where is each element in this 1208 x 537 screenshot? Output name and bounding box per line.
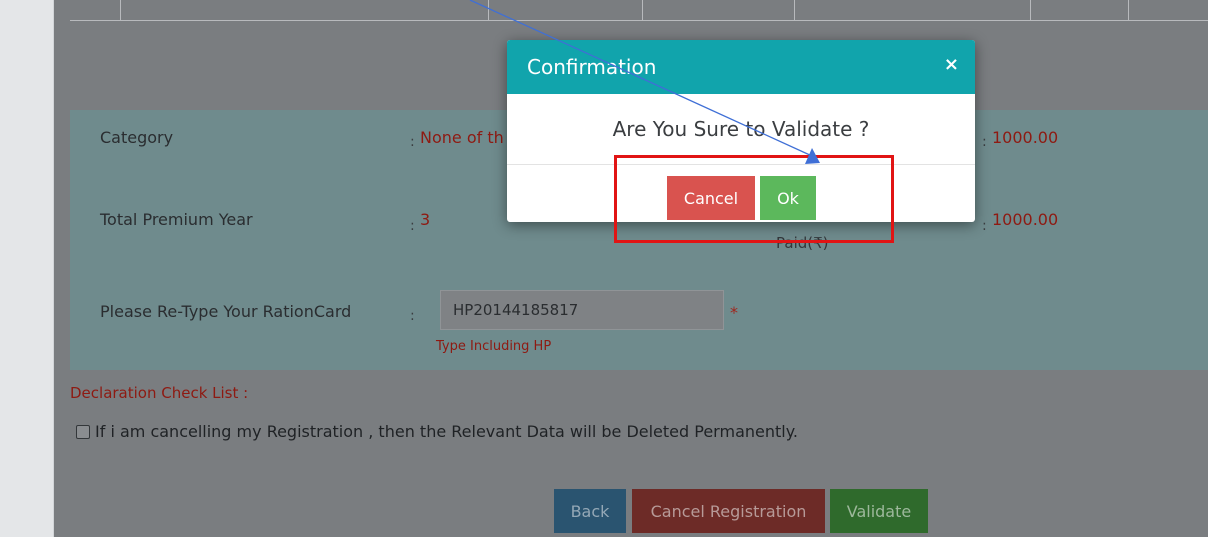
dialog-header: Confirmation × [507, 40, 975, 94]
back-button[interactable]: Back [554, 489, 626, 533]
table-column-divider [794, 0, 795, 20]
premium-year-label: Total Premium Year [100, 210, 253, 229]
required-mark: * [730, 303, 738, 322]
ration-card-label: Please Re-Type Your RationCard [100, 302, 352, 321]
cancel-registration-button[interactable]: Cancel Registration [632, 489, 825, 533]
premium-year-value: 3 [420, 210, 431, 229]
declaration-checkbox[interactable] [76, 424, 90, 439]
validate-button[interactable]: Validate [830, 489, 928, 533]
category-amount: 1000.00 [992, 128, 1059, 147]
close-icon[interactable]: × [944, 54, 959, 75]
table-column-divider [1128, 0, 1129, 20]
left-sidebar-strip [0, 0, 54, 537]
declaration-item: If i am cancelling my Registration , the… [76, 422, 798, 441]
colon: : [410, 134, 415, 150]
category-value: None of th [420, 128, 504, 147]
declaration-text: If i am cancelling my Registration , the… [95, 422, 798, 441]
dialog-title: Confirmation [527, 55, 657, 79]
ration-card-hint: Type Including HP [436, 339, 552, 354]
paid-amount: 1000.00 [992, 210, 1059, 229]
table-column-divider [120, 0, 121, 20]
table-column-divider [488, 0, 489, 20]
highlight-box [614, 155, 894, 243]
category-label: Category [100, 128, 174, 147]
table-column-divider [642, 0, 643, 20]
ration-card-input[interactable]: HP20144185817 [440, 290, 724, 330]
colon: : [982, 218, 987, 234]
declaration-title: Declaration Check List : [70, 384, 249, 402]
table-stub [70, 0, 1208, 21]
colon: : [410, 218, 415, 234]
colon: : [982, 134, 987, 150]
table-column-divider [1030, 0, 1031, 20]
dialog-question: Are You Sure to Validate ? [612, 117, 870, 141]
colon: : [410, 308, 415, 324]
